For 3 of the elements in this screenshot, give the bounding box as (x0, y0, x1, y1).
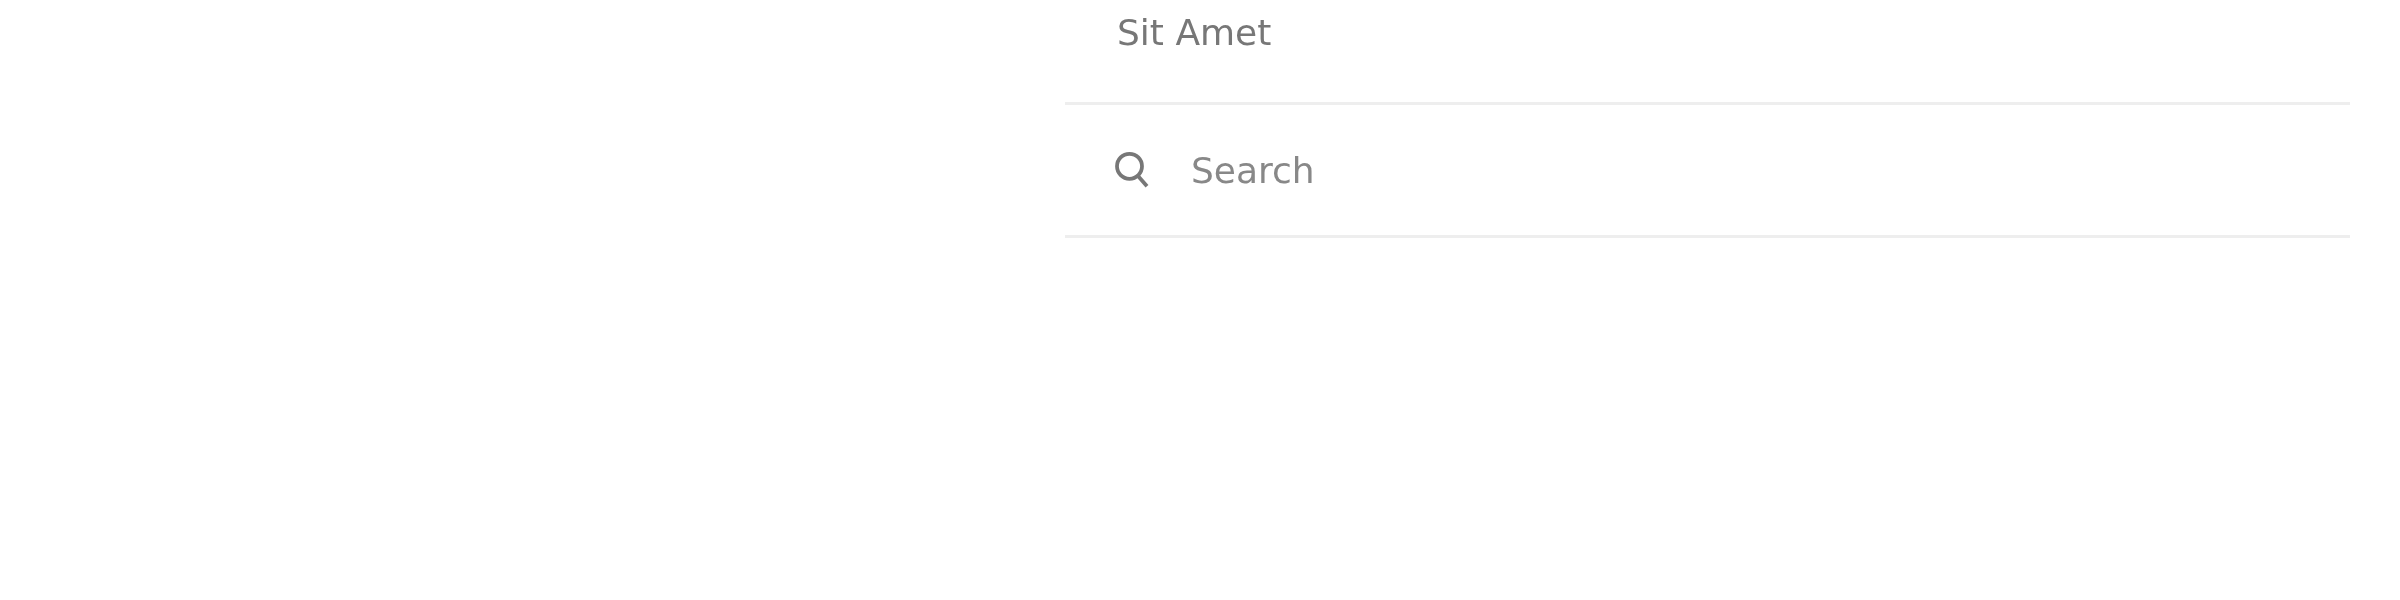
list-item[interactable]: Sit Amet (1065, 0, 2350, 105)
search-field[interactable]: Search (1189, 148, 2093, 192)
search-icon (1113, 150, 1151, 190)
